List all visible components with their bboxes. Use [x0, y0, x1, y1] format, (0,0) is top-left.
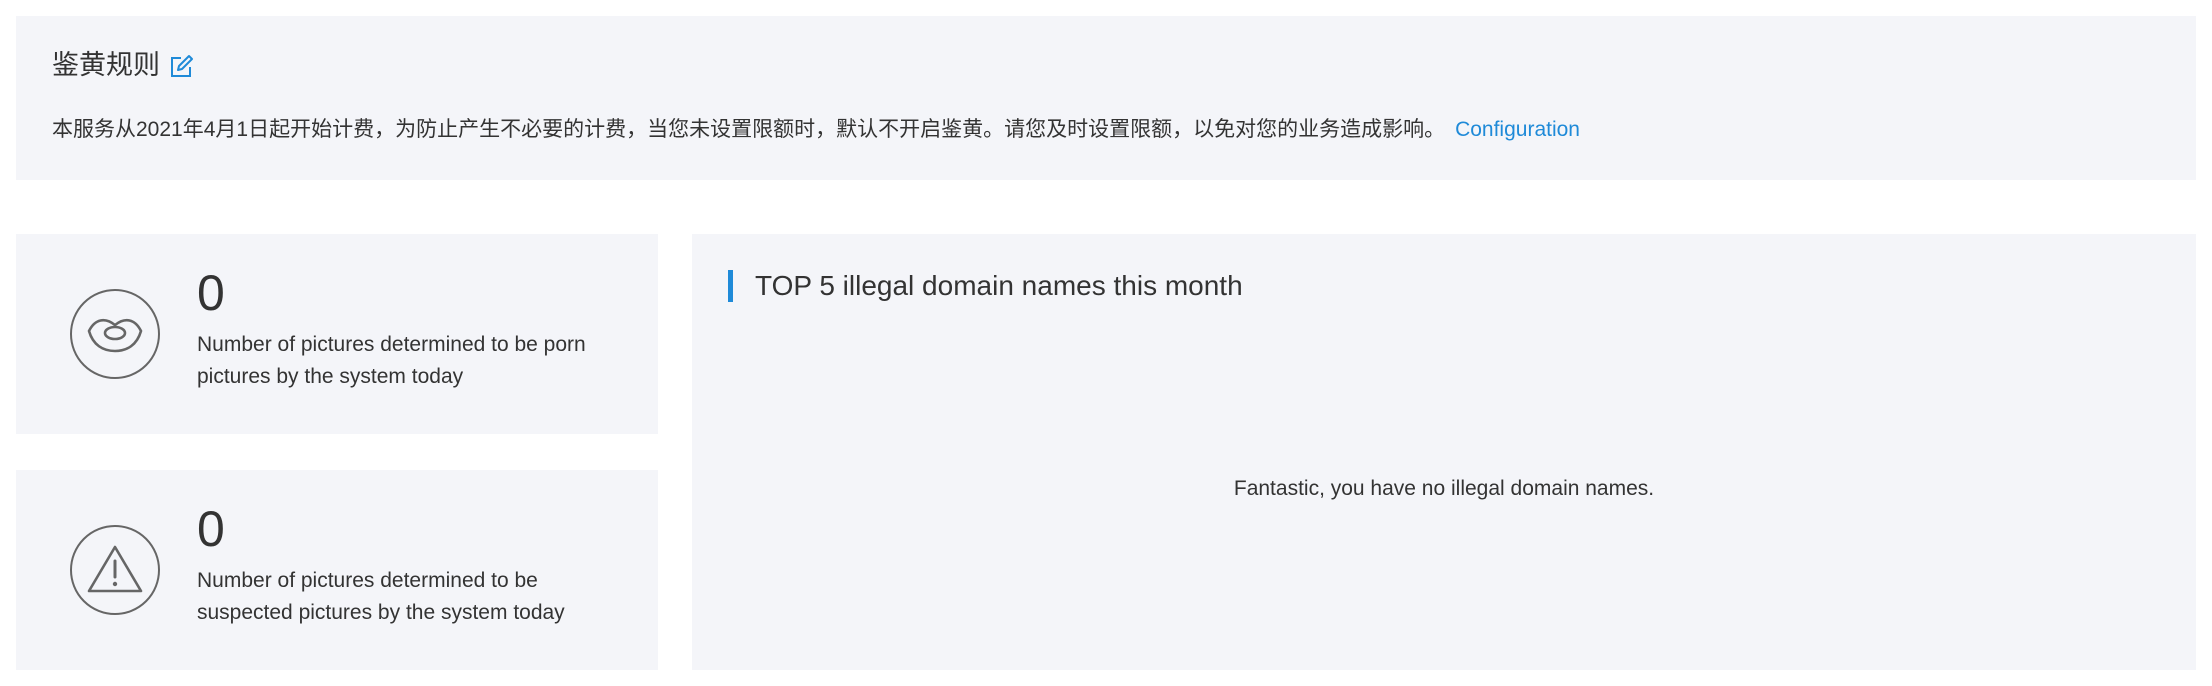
- porn-count-label: Number of pictures determined to be porn…: [197, 333, 586, 388]
- lips-icon: [70, 289, 160, 379]
- rules-description: 本服务从2021年4月1日起开始计费，为防止产生不必要的计费，当您未设置限额时，…: [52, 118, 1446, 141]
- suspect-count-label: Number of pictures determined to be susp…: [197, 569, 565, 624]
- suspect-stat-card: 0 Number of pictures determined to be su…: [16, 470, 658, 670]
- empty-state-message: Fantastic, you have no illegal domain na…: [1233, 477, 1655, 500]
- porn-count: 0: [197, 265, 225, 321]
- porn-stat-card: 0 Number of pictures determined to be po…: [16, 234, 658, 434]
- top-domains-title: TOP 5 illegal domain names this month: [755, 270, 1243, 301]
- rules-panel: 鉴黄规则 本服务从2021年4月1日起开始计费，为防止产生不必要的计费，当您未设…: [16, 16, 2196, 180]
- rules-title: 鉴黄规则: [52, 49, 160, 80]
- rules-title-row: 鉴黄规则: [52, 50, 194, 80]
- title-accent-bar: [728, 270, 733, 302]
- suspect-count: 0: [197, 501, 225, 557]
- edit-icon[interactable]: [168, 54, 194, 80]
- rules-description-row: 本服务从2021年4月1日起开始计费，为防止产生不必要的计费，当您未设置限额时，…: [52, 117, 1580, 142]
- warning-icon: [70, 525, 160, 615]
- configuration-link[interactable]: Configuration: [1455, 118, 1580, 141]
- top-domains-panel: TOP 5 illegal domain names this month Fa…: [692, 234, 2196, 670]
